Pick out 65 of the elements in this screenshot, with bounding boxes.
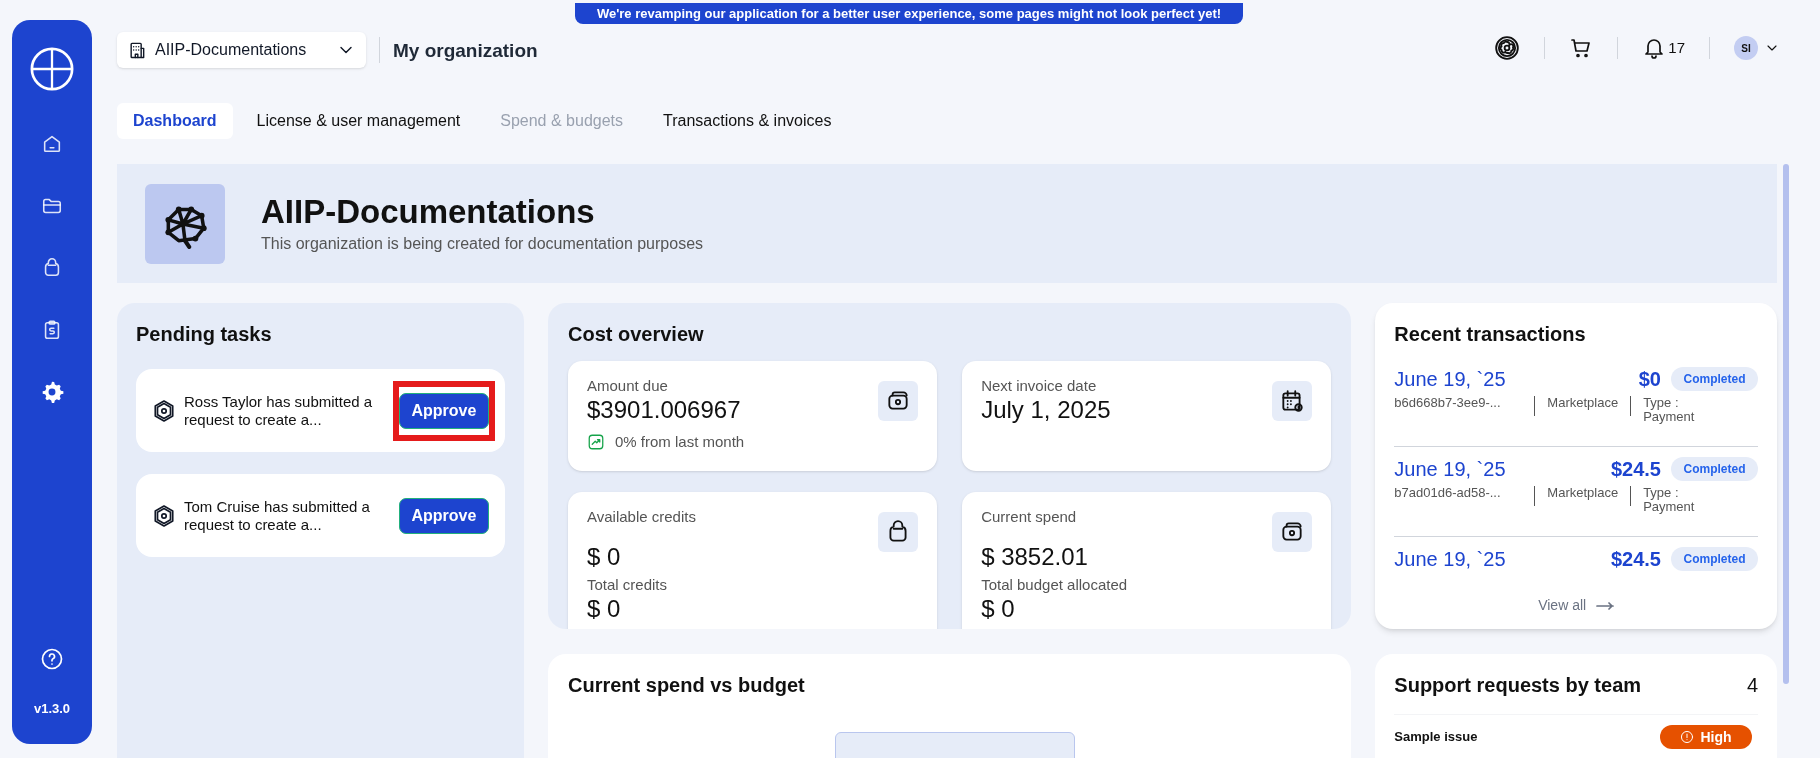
task-description: Tom Cruise has submitted a request to create a... (184, 497, 371, 534)
organization-name: AIIP-Documentations (261, 191, 596, 232)
metric-value: $ 0 (587, 542, 621, 572)
organization-dropdown[interactable]: AIIP-Documentations (117, 32, 366, 68)
metric-value: $ 3852.01 (981, 542, 1088, 572)
trend-up-icon (587, 433, 605, 452)
view-all-link[interactable]: View all (1538, 595, 1615, 616)
hexagon-gear-icon (152, 503, 176, 528)
metric-label: Next invoice date (981, 377, 1098, 395)
transaction-date: June 19, `25 (1394, 457, 1506, 482)
version-label: v1.3.0 (33, 699, 71, 718)
organization-description: This organization is being created for documentation purposes (261, 233, 704, 254)
metric-label: Total credits (587, 576, 669, 594)
tab[interactable]: Transactions & invoices (647, 103, 848, 139)
request-title: Sample issue (1394, 728, 1478, 747)
tab[interactable]: Dashboard (117, 103, 233, 139)
transaction-type: Type : Payment (1643, 396, 1696, 424)
settings-button[interactable] (1494, 35, 1521, 61)
transaction-id: b7ad01d6-ad58-... (1394, 486, 1502, 500)
panel-title: Support requests by team (1394, 673, 1642, 698)
status-badge: Completed (1671, 547, 1758, 571)
calendar-icon (1279, 388, 1306, 414)
panel-title: Recent transactions (1394, 322, 1587, 347)
transaction-id: b6d668b7-3ee9-... (1394, 396, 1502, 410)
transaction-amount: $24.5 (1609, 547, 1661, 572)
metric-value: July 1, 2025 (981, 395, 1111, 425)
metric-label: Total budget allocated (981, 576, 1129, 594)
status-badge: Completed (1671, 367, 1758, 391)
panel-title: Pending tasks (136, 322, 273, 347)
transaction-type: Type : Payment (1643, 486, 1696, 514)
panel-title: Cost overview (568, 322, 705, 347)
trend-text: 0% from last month (615, 432, 745, 452)
arrow-right-icon (1596, 601, 1615, 610)
transaction-date: June 19, `25 (1394, 367, 1506, 392)
transaction-date: June 19, `25 (1394, 547, 1506, 572)
hexagon-gear-icon (152, 398, 176, 423)
metric-label: Current spend (981, 508, 1078, 526)
priority-badge: High (1660, 725, 1752, 749)
approve-button[interactable]: Approve (398, 392, 489, 429)
metric-label: Amount due (587, 377, 669, 395)
panel-title: Current spend vs budget (568, 673, 806, 698)
notifications-button[interactable]: 17 (1642, 36, 1685, 60)
transaction-amount: $24.5 (1609, 457, 1661, 482)
metric-value: $ 0 (981, 594, 1016, 624)
approve-button[interactable]: Approve (398, 497, 489, 534)
tab[interactable]: License & user management (240, 103, 477, 139)
alert-icon (1680, 730, 1695, 744)
transaction-source: Marketplace (1547, 396, 1619, 410)
help-icon (40, 646, 64, 671)
logo-icon (29, 46, 75, 92)
settings-icon (1494, 35, 1521, 61)
transaction-source: Marketplace (1547, 486, 1619, 500)
home-icon (41, 133, 63, 155)
help-button[interactable] (40, 646, 64, 671)
metric-value: $3901.006967 (587, 395, 741, 425)
metric-label: Available credits (587, 508, 697, 526)
status-badge: Completed (1671, 457, 1758, 481)
building-icon (127, 40, 147, 60)
notice-banner: We're revamping our application for a better user experience, some pages might not look perfect yet! (575, 3, 1243, 24)
request-count: 4 (1746, 673, 1758, 698)
task-description: Ross Taylor has submitted a request to create a... (184, 392, 374, 429)
scrollbar[interactable] (1783, 164, 1789, 684)
transaction-amount: $0 (1637, 367, 1661, 392)
page-title: My organization (393, 39, 538, 63)
metric-value: $ 0 (587, 594, 622, 624)
